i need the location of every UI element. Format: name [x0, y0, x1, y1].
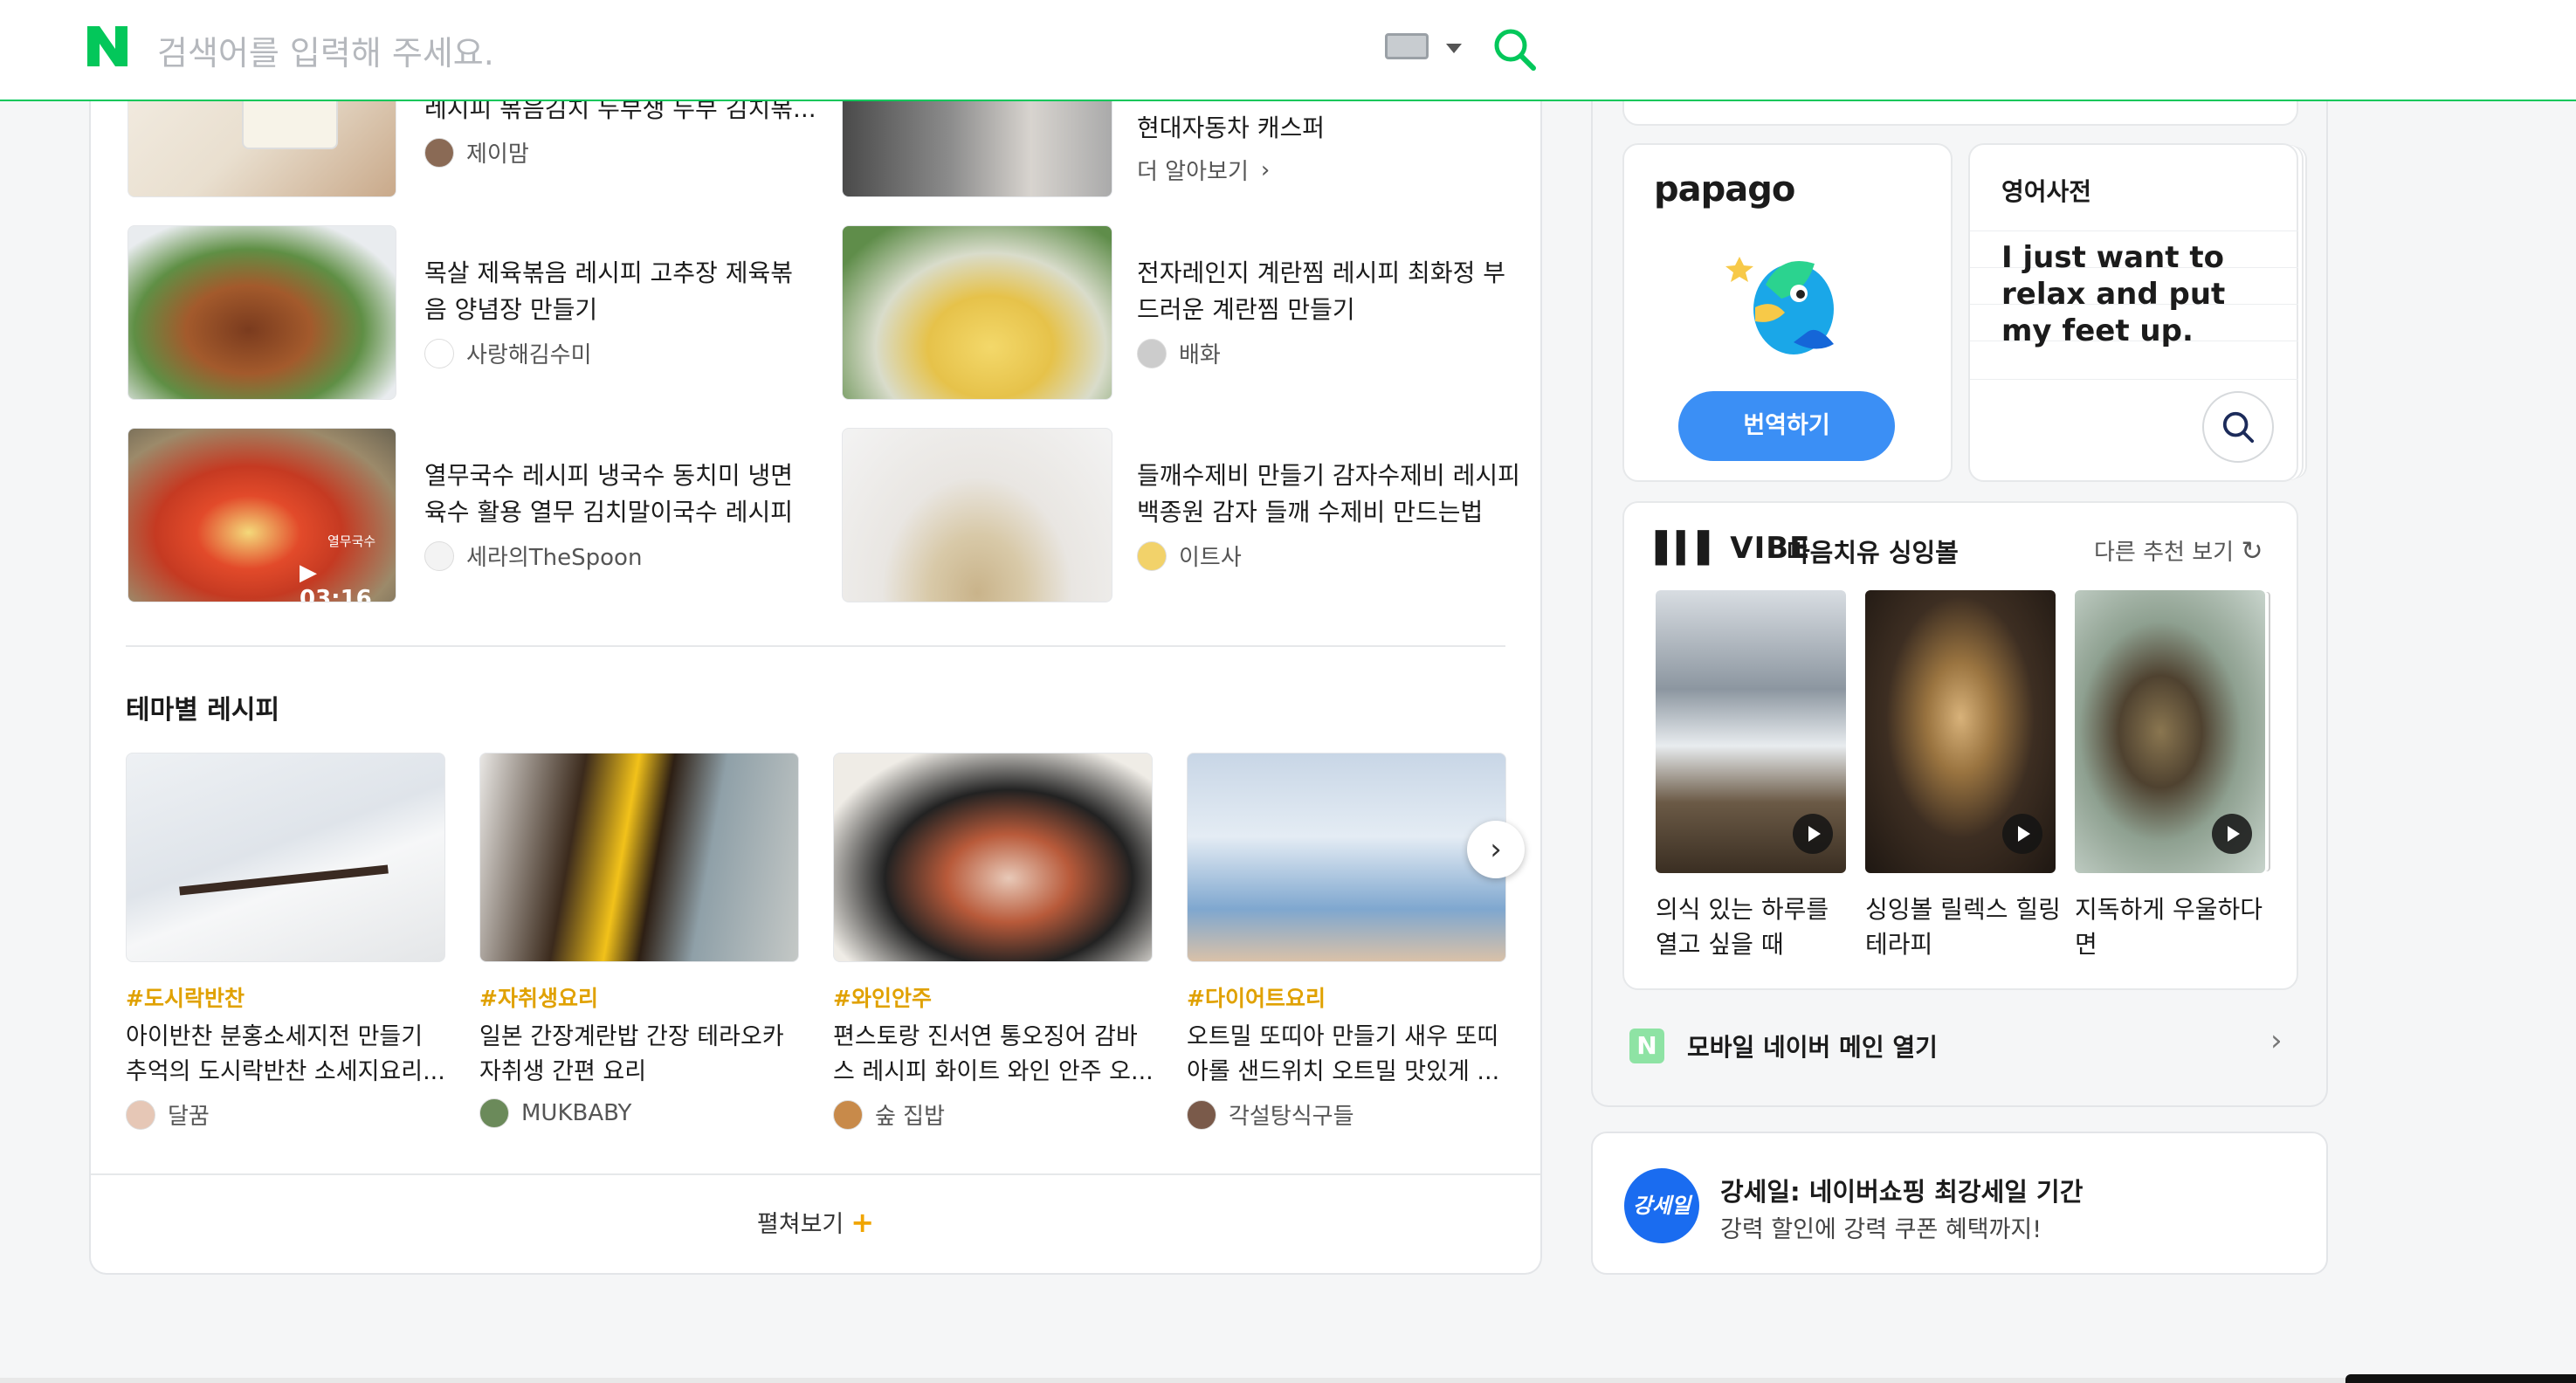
avatar	[833, 1099, 863, 1130]
vibe-track-title[interactable]: 지독하게 우울하다면	[2075, 892, 2267, 962]
mobile-main-link[interactable]: 모바일 네이버 메인 열기	[1687, 1029, 1938, 1063]
ad-subtitle: 강력 할인에 강력 쿠폰 혜택까지!	[1720, 1216, 2042, 1243]
vibe-track-title[interactable]: 싱잉볼 릴렉스 힐링 테라피	[1865, 892, 2066, 962]
theme-recipes-title: 테마별 레시피	[126, 695, 280, 726]
top-header: 검색어를 입력해 주세요.	[0, 0, 2576, 101]
expand-more-label: 펼쳐보기	[756, 1211, 844, 1238]
recipe-author[interactable]: 각설탕식구들	[1187, 1098, 1354, 1131]
theme-tag[interactable]: #도시락반찬	[126, 981, 245, 1013]
chevron-right-icon: ›	[1260, 156, 1271, 183]
video-label: 열무국수	[327, 533, 376, 549]
recipe-thumbnail[interactable]	[127, 225, 396, 400]
recipe-title[interactable]: 목살 제육볶음 레시피 고추장 제육볶음 양념장 만들기	[424, 255, 809, 328]
dictionary-card[interactable]: 영어사전 I just want to relax and put my fee…	[1968, 143, 2298, 482]
chevron-right-icon[interactable]: ›	[2270, 1023, 2283, 1058]
search-input[interactable]: 검색어를 입력해 주세요.	[157, 26, 494, 74]
vibe-track-thumbnail[interactable]	[1656, 590, 1846, 873]
theme-thumbnail[interactable]	[479, 753, 799, 962]
vibe-track-thumbnail[interactable]	[1865, 590, 2056, 873]
dictionary-sentence: I just want to relax and put my feet up.	[2001, 240, 2226, 348]
theme-recipe-title[interactable]: 아이반찬 분홍소세지전 만들기 추억의 도시락반찬 소세지요리...	[126, 1020, 451, 1090]
recipe-author[interactable]: 세라의TheSpoon	[424, 540, 642, 572]
avatar	[126, 1099, 155, 1130]
dictionary-title: 영어사전	[2001, 177, 2092, 206]
carousel-next-button[interactable]: ›	[1467, 821, 1525, 878]
recipe-author[interactable]: 사랑해김수미	[424, 337, 592, 369]
sale-badge-icon: 강세일	[1624, 1168, 1699, 1243]
video-duration: ▶ 03:16	[300, 560, 372, 602]
play-icon: ▶	[300, 560, 317, 586]
recipe-section: 레시피 볶음김치 두부생 두부 김치볶... 제이맘 현대자동차 캐스퍼 더 알…	[89, 52, 1542, 1275]
theme-recipe-title[interactable]: 편스토랑 진서연 통오징어 감바스 레시피 화이트 와인 안주 오...	[833, 1020, 1158, 1090]
theme-recipe-title[interactable]: 일본 간장계란밥 간장 테라오카 자취생 간편 요리	[479, 1020, 804, 1090]
recipe-author[interactable]: 제이맘	[424, 136, 529, 169]
theme-thumbnail[interactable]	[833, 753, 1153, 962]
papago-card[interactable]: papago 번역하기	[1622, 143, 1953, 482]
avatar	[424, 137, 454, 168]
theme-thumbnail[interactable]	[1187, 753, 1506, 962]
theme-thumbnail[interactable]	[126, 753, 445, 962]
naver-n-icon: N	[1629, 1029, 1664, 1063]
vibe-card: ▌▍▌ VIBE 마음치유 싱잉볼 다른 추천 보기 ↻ 의식 있는 하루를 열…	[1622, 501, 2298, 990]
play-icon[interactable]	[2212, 814, 2252, 854]
waveform-icon: ▌▍▌	[1656, 531, 1720, 566]
plus-icon: +	[851, 1206, 875, 1239]
theme-tag[interactable]: #다이어트요리	[1187, 981, 1326, 1013]
translate-button[interactable]: 번역하기	[1678, 391, 1895, 461]
avatar	[479, 1098, 509, 1128]
keyboard-icon[interactable]	[1385, 33, 1429, 59]
right-sidebar: papago 번역하기 영어사전 I just want to relax an…	[1591, 35, 2328, 1107]
avatar	[424, 338, 454, 368]
refresh-icon: ↻	[2241, 536, 2263, 567]
recipe-author[interactable]: MUKBABY	[479, 1098, 631, 1128]
section-divider	[126, 645, 1505, 647]
papago-logo: papago	[1654, 169, 1795, 210]
recipe-author[interactable]: 배화	[1137, 337, 1221, 369]
chevron-down-icon[interactable]	[1446, 44, 1462, 53]
papago-bird-icon	[1725, 257, 1834, 354]
learn-more-link[interactable]: 더 알아보기 ›	[1137, 154, 1270, 186]
recipe-title[interactable]: 열무국수 레시피 냉국수 동치미 냉면육수 활용 열무 김치말이국수 레시피	[424, 458, 809, 531]
avatar	[424, 540, 454, 571]
recipe-author[interactable]: 달꿈	[126, 1098, 210, 1131]
chevron-right-icon: ›	[1490, 832, 1502, 867]
section-divider	[91, 1173, 1540, 1175]
avatar	[1137, 338, 1167, 368]
shopping-ad-banner[interactable]: 강세일 강세일: 네이버쇼핑 최강세일 기간 강력 할인에 강력 쿠폰 혜택까지…	[1591, 1132, 2328, 1275]
ad-title[interactable]: 강세일: 네이버쇼핑 최강세일 기간	[1720, 1172, 2083, 1208]
vibe-track-title[interactable]: 의식 있는 하루를 열고 싶을 때	[1656, 892, 1856, 962]
footer-divider	[0, 1378, 2576, 1383]
search-icon[interactable]	[1490, 24, 1539, 73]
search-icon[interactable]	[2202, 391, 2274, 463]
vibe-track-thumbnail[interactable]	[2075, 590, 2265, 873]
recipe-title[interactable]: 들깨수제비 만들기 감자수제비 레시피 백종원 감자 들깨 수제비 만드는법	[1137, 458, 1521, 531]
naver-logo[interactable]	[82, 21, 133, 72]
recipe-author[interactable]: 이트사	[1137, 540, 1242, 572]
expand-more-button[interactable]: 펼쳐보기 +	[89, 1205, 1542, 1239]
recipe-thumbnail[interactable]	[842, 428, 1112, 602]
ad-title[interactable]: 현대자동차 캐스퍼	[1137, 110, 1521, 147]
avatar	[1137, 540, 1167, 571]
theme-tag[interactable]: #자취생요리	[479, 981, 598, 1013]
other-recommendation-button[interactable]: 다른 추천 보기 ↻	[2094, 534, 2263, 567]
recipe-video-thumbnail[interactable]: 열무국수 ▶ 03:16	[127, 428, 396, 602]
recipe-title[interactable]: 전자레인지 계란찜 레시피 최화정 부드러운 계란찜 만들기	[1137, 255, 1521, 328]
play-icon[interactable]	[1793, 814, 1833, 854]
theme-tag[interactable]: #와인안주	[833, 981, 932, 1013]
recipe-thumbnail[interactable]	[842, 225, 1112, 400]
recipe-author[interactable]: 숲 집밥	[833, 1098, 945, 1131]
theme-recipe-title[interactable]: 오트밀 또띠아 만들기 새우 또띠아롤 샌드위치 오트밀 맛있게 ...	[1187, 1020, 1512, 1090]
vibe-playlist-title: 마음치유 싱잉볼	[1787, 538, 1959, 568]
bottom-edge-bar	[2345, 1374, 2576, 1383]
avatar	[1187, 1099, 1216, 1130]
play-icon[interactable]	[2002, 814, 2042, 854]
